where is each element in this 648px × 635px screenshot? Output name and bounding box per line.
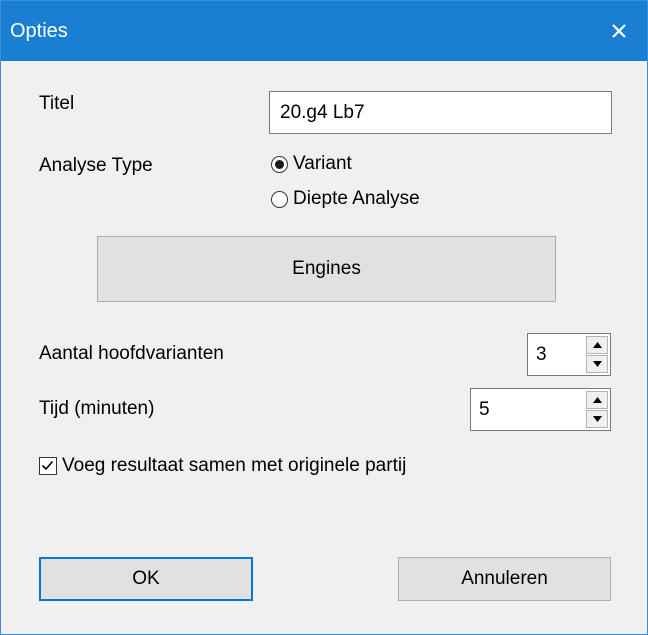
ok-button-label: OK (132, 568, 160, 589)
radio-variant-indicator (271, 155, 288, 173)
hoofdvarianten-down-button[interactable] (586, 355, 608, 373)
spin-up-icon (592, 342, 602, 348)
options-dialog: Opties Titel 20.g4 Lb7 Analyse Type Vari… (0, 0, 648, 635)
cancel-button[interactable]: Annuleren (398, 557, 611, 601)
radio-selected-dot (275, 159, 284, 169)
spin-down-icon (592, 416, 602, 422)
radio-diepte-analyse-label: Diepte Analyse (293, 188, 420, 209)
hoofdvarianten-value: 3 (536, 343, 547, 365)
tijd-up-button[interactable] (586, 391, 608, 409)
spin-up-icon (592, 397, 602, 403)
hoofdvarianten-up-button[interactable] (586, 336, 608, 354)
hoofdvarianten-spinner[interactable]: 3 (527, 333, 611, 376)
spin-down-icon (592, 361, 602, 367)
close-button[interactable] (591, 1, 647, 61)
merge-checkbox[interactable] (39, 457, 57, 475)
titel-label: Titel (39, 93, 75, 114)
tijd-value: 5 (479, 398, 490, 420)
tijd-spinner[interactable]: 5 (470, 388, 611, 431)
radio-diepte-analyse-indicator (271, 190, 288, 208)
tijd-label: Tijd (minuten) (39, 398, 155, 419)
analyse-type-label: Analyse Type (39, 155, 153, 176)
close-icon (612, 24, 626, 38)
titel-input-value: 20.g4 Lb7 (280, 101, 365, 123)
titel-input[interactable]: 20.g4 Lb7 (269, 91, 612, 134)
merge-checkbox-label: Voeg resultaat samen met originele parti… (62, 455, 407, 476)
cancel-button-label: Annuleren (461, 568, 548, 589)
engines-button[interactable]: Engines (97, 236, 556, 302)
engines-button-label: Engines (292, 258, 361, 279)
radio-diepte-analyse[interactable]: Diepte Analyse (271, 184, 420, 214)
title-bar[interactable]: Opties (1, 1, 647, 61)
checkmark-icon (41, 460, 54, 471)
tijd-down-button[interactable] (586, 410, 608, 428)
radio-variant[interactable]: Variant (271, 149, 352, 179)
ok-button[interactable]: OK (39, 557, 253, 601)
hoofdvarianten-spin-buttons (586, 336, 608, 373)
tijd-spin-buttons (586, 391, 608, 428)
hoofdvarianten-label: Aantal hoofdvarianten (39, 343, 224, 364)
dialog-title: Opties (10, 20, 68, 42)
radio-variant-label: Variant (293, 153, 352, 174)
